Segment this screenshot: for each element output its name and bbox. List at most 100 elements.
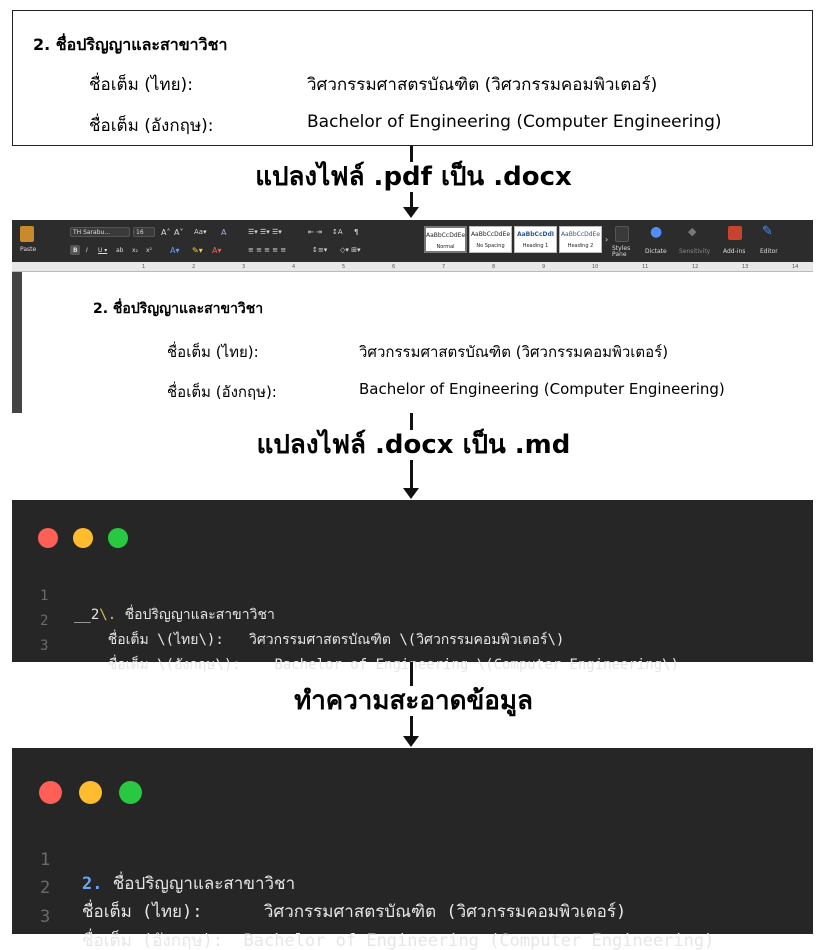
- subscript-icon[interactable]: x₂: [132, 247, 138, 254]
- style-name: Normal: [436, 244, 455, 250]
- minimize-window-icon[interactable]: [73, 528, 93, 548]
- bold-icon: B: [73, 247, 78, 254]
- markdown-raw-window: 1 __2\. ชื่อปริญญาและสาขาวิชา 2 ชื่อเต็ม…: [12, 500, 813, 673]
- strikethrough-icon[interactable]: ab: [116, 247, 124, 254]
- style-sample: AaBbCcDdEe: [560, 231, 601, 238]
- step-text-docx-to-md: แปลงไฟล์ .docx เป็น .md: [250, 430, 577, 460]
- text-effects-icon[interactable]: A▾: [170, 246, 180, 255]
- ruler-tick: 11: [642, 264, 649, 270]
- doc-label-english: ชื่อเต็ม (อังกฤษ):: [167, 383, 277, 401]
- style-sample: AaBbCcDdEe: [426, 232, 466, 239]
- pdf-heading: 2. ชื่อปริญญาและสาขาวิชา: [33, 35, 228, 54]
- ruler-tick: 13: [742, 264, 749, 270]
- doc-value-thai: วิศวกรรมศาสตรบัณฑิต (วิศวกรรมคอมพิวเตอร์…: [359, 343, 669, 361]
- style-normal[interactable]: AaBbCcDdEe Normal: [424, 226, 467, 253]
- pdf-value-english: Bachelor of Engineering (Computer Engine…: [307, 112, 722, 132]
- line-number: 3: [40, 638, 49, 654]
- paste-button[interactable]: Paste: [20, 246, 36, 253]
- dictate-button[interactable]: Dictate: [645, 248, 667, 255]
- doc-heading: 2. ชื่อปริญญาและสาขาวิชา: [93, 301, 264, 317]
- step-text-clean-data: ทำความสะอาดข้อมูล: [288, 686, 539, 716]
- italic-icon[interactable]: I: [86, 247, 88, 254]
- pdf-label-english: ชื่อเต็ม (อังกฤษ):: [89, 116, 214, 136]
- sensitivity-button[interactable]: Sensitivity: [679, 248, 710, 255]
- code-escape: \.: [99, 607, 117, 623]
- font-name-value: TH Sarabu...: [73, 229, 111, 236]
- ruler-tick: 5: [342, 264, 346, 270]
- pilcrow-icon[interactable]: ¶: [354, 228, 358, 236]
- style-sample: AaBbCcDdEe: [470, 231, 511, 238]
- sensitivity-icon[interactable]: ◆: [688, 225, 696, 238]
- pdf-label-thai: ชื่อเต็ม (ไทย):: [89, 75, 193, 95]
- code-text: ชื่อเต็ม (อังกฤษ): Bachelor of Engineeri…: [82, 931, 715, 950]
- add-ins-button[interactable]: Add-ins: [723, 248, 745, 255]
- underline-icon[interactable]: U ▾: [98, 247, 107, 254]
- code-prefix: __2: [74, 607, 100, 623]
- arrow-down-icon: [403, 207, 419, 218]
- shading-icon[interactable]: ◇▾ ⊞▾: [340, 246, 361, 254]
- step-label-pdf-to-docx: แปลงไฟล์ .pdf เป็น .docx: [0, 156, 827, 197]
- superscript-icon[interactable]: x²: [146, 247, 152, 254]
- arrow-down-icon: [403, 488, 419, 499]
- ruler-tick: 10: [592, 264, 599, 270]
- sort-icon[interactable]: ↕A: [332, 228, 343, 236]
- minimize-window-icon[interactable]: [79, 781, 102, 804]
- change-case-icon[interactable]: Aa▾: [194, 228, 207, 236]
- grow-font-icon[interactable]: A˄: [161, 228, 170, 237]
- pdf-value-thai: วิศวกรรมศาสตรบัณฑิต (วิศวกรรมคอมพิวเตอร์…: [307, 75, 658, 95]
- align-icons[interactable]: ≡ ≡ ≡ ≡ ≡: [248, 246, 286, 254]
- pdf-preview-box: 2. ชื่อปริญญาและสาขาวิชา ชื่อเต็ม (ไทย):…: [12, 10, 813, 146]
- ruler-tick: 2: [192, 264, 196, 270]
- document-page[interactable]: 2. ชื่อปริญญาและสาขาวิชา ชื่อเต็ม (ไทย):…: [22, 272, 813, 413]
- arrow-down-icon: [403, 736, 419, 747]
- close-window-icon[interactable]: [38, 528, 58, 548]
- ruler-tick: 6: [392, 264, 396, 270]
- code-text: ชื่อเต็ม \(ไทย\): วิศวกรรมศาสตรบัณฑิต \(…: [74, 632, 565, 648]
- close-window-icon[interactable]: [39, 781, 62, 804]
- ruler-tick: 14: [792, 264, 799, 270]
- clear-format-icon[interactable]: A: [221, 228, 226, 237]
- code-text: __2\. ชื่อปริญญาและสาขาวิชา: [74, 604, 275, 626]
- add-ins-icon[interactable]: [728, 226, 742, 240]
- font-color-icon[interactable]: A▾: [212, 246, 222, 255]
- ruler-tick: 7: [442, 264, 446, 270]
- maximize-window-icon[interactable]: [119, 781, 142, 804]
- styles-pane-button[interactable]: Styles Pane: [612, 246, 634, 258]
- maximize-window-icon[interactable]: [108, 528, 128, 548]
- vertical-ruler[interactable]: [12, 272, 22, 413]
- markdown-clean-window: 1 2. ชื่อปริญญาและสาขาวิชา 2 ชื่อเต็ม (ไ…: [12, 748, 813, 950]
- styles-more-icon[interactable]: ›: [605, 235, 608, 244]
- step-label-clean-data: ทำความสะอาดข้อมูล: [0, 680, 827, 721]
- indent-icon[interactable]: ⇤ ⇥: [308, 228, 322, 236]
- shrink-font-icon[interactable]: A˅: [174, 228, 183, 237]
- bullets-icon[interactable]: ☰▾ ☰▾ ☰▾: [248, 228, 282, 236]
- doc-value-english: Bachelor of Engineering (Computer Engine…: [359, 380, 725, 398]
- editor-icon[interactable]: ✎: [762, 224, 773, 239]
- style-no-spacing[interactable]: AaBbCcDdEe No Spacing: [469, 226, 512, 253]
- word-ribbon: Paste TH Sarabu... 16 A˄ A˅ Aa▾ A B I U …: [12, 220, 813, 262]
- code-text: 2. ชื่อปริญญาและสาขาวิชา: [82, 870, 295, 897]
- word-window: Paste TH Sarabu... 16 A˄ A˅ Aa▾ A B I U …: [12, 220, 813, 413]
- styles-pane-icon[interactable]: [615, 226, 629, 242]
- ruler-tick: 3: [242, 264, 246, 270]
- step-text-pdf-to-docx: แปลงไฟล์ .pdf เป็น .docx: [249, 162, 578, 192]
- style-heading-1[interactable]: AaBbCcDdI Heading 1: [514, 226, 557, 253]
- highlight-icon[interactable]: ✎▾: [192, 246, 203, 255]
- ruler-tick: 1: [142, 264, 146, 270]
- ruler-tick: 8: [492, 264, 496, 270]
- paste-icon[interactable]: [20, 226, 34, 242]
- line-spacing-icon[interactable]: ↕≡▾: [312, 246, 327, 254]
- code-text: ชื่อเต็ม (ไทย): วิศวกรรมศาสตรบัณฑิต (วิศ…: [82, 902, 627, 922]
- editor-button[interactable]: Editor: [760, 248, 778, 255]
- style-heading-2[interactable]: AaBbCcDdEe Heading 2: [559, 226, 602, 253]
- microphone-icon[interactable]: ●: [650, 224, 662, 240]
- font-size-value: 16: [136, 229, 144, 236]
- code-line: 3 ชื่อเต็ม \(อังกฤษ\): Bachelor of Engin…: [12, 622, 679, 686]
- ruler-tick: 4: [292, 264, 296, 270]
- line-number: 3: [40, 907, 51, 927]
- code-text: ชื่อเต็ม \(อังกฤษ\): Bachelor of Enginee…: [74, 657, 680, 673]
- step-label-docx-to-md: แปลงไฟล์ .docx เป็น .md: [0, 424, 827, 465]
- horizontal-ruler[interactable]: 1 2 3 4 5 6 7 8 9 10 11 12 13 14: [12, 262, 813, 272]
- doc-label-thai: ชื่อเต็ม (ไทย):: [167, 343, 259, 361]
- style-name: No Spacing: [476, 243, 505, 249]
